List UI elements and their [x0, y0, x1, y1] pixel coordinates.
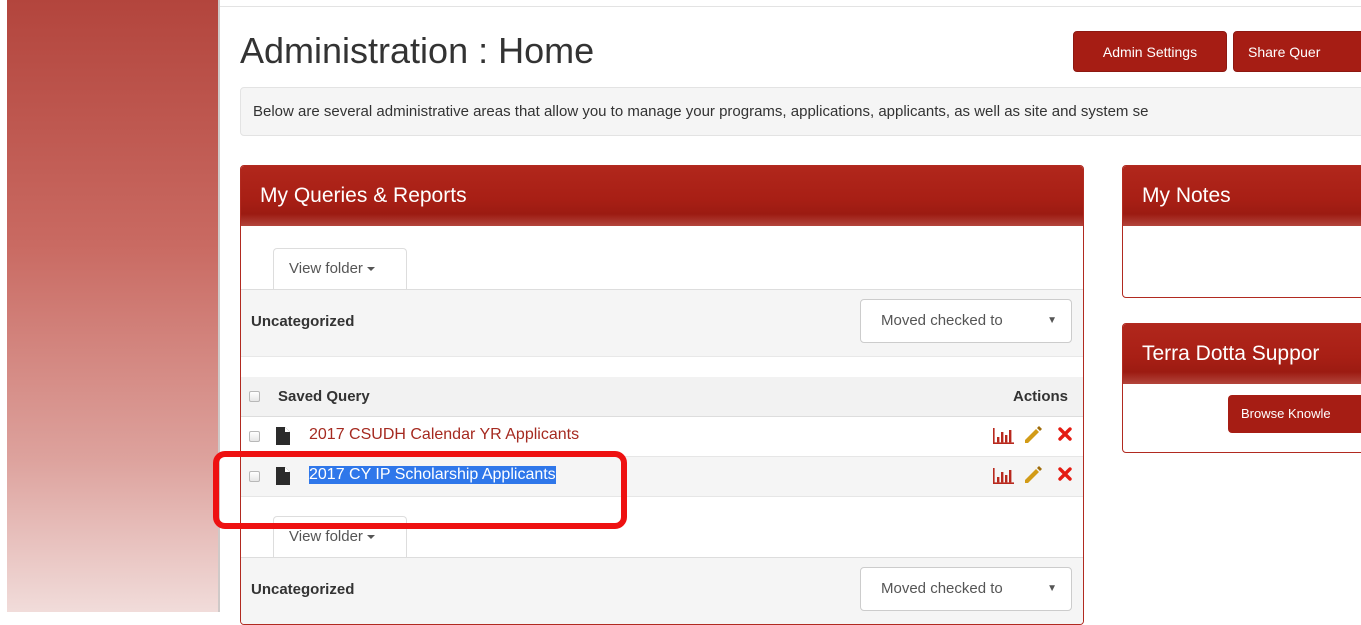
caret-down-icon [366, 535, 375, 540]
chart-icon[interactable] [992, 468, 1014, 484]
document-icon [276, 467, 290, 485]
notes-panel: My Notes [1122, 165, 1361, 298]
move-checked-select[interactable]: Moved checked to ▼ [860, 299, 1072, 343]
caret-down-icon [366, 267, 375, 272]
table-row: 2017 CSUDH Calendar YR Applicants [241, 417, 1083, 457]
select-all-checkbox[interactable] [249, 391, 260, 402]
query-link-selected[interactable]: 2017 CY IP Scholarship Applicants [309, 466, 556, 484]
page-title: Administration : Home [240, 30, 595, 71]
notes-body [1123, 227, 1361, 297]
sidebar-divider [218, 0, 220, 612]
support-panel-title: Terra Dotta Suppor [1123, 324, 1361, 384]
document-icon [276, 427, 290, 445]
row-checkbox[interactable] [249, 431, 260, 442]
actions-column-header: Actions [1012, 388, 1068, 405]
delete-icon[interactable] [1058, 467, 1072, 481]
move-checked-value: Moved checked to [881, 580, 1003, 597]
delete-icon[interactable] [1058, 427, 1072, 441]
folder-bar: Uncategorized Moved checked to ▼ [241, 289, 1083, 357]
view-folder-label: View folder [289, 260, 363, 277]
move-checked-value: Moved checked to [881, 312, 1003, 329]
folder-bar: Uncategorized Moved checked to ▼ [241, 557, 1083, 624]
notes-panel-title: My Notes [1123, 166, 1361, 226]
table-row: 2017 CY IP Scholarship Applicants [241, 457, 1083, 497]
select-arrow-icon: ▼ [1047, 315, 1057, 326]
move-checked-select[interactable]: Moved checked to ▼ [860, 567, 1072, 611]
share-queries-button[interactable]: Share Quer [1233, 31, 1361, 72]
folder-name: Uncategorized [251, 581, 355, 598]
view-folder-dropdown[interactable]: View folder [273, 248, 407, 289]
queries-panel-title: My Queries & Reports [241, 166, 1083, 226]
chart-icon[interactable] [992, 428, 1014, 444]
folder-name: Uncategorized [251, 313, 355, 330]
view-folder-label: View folder [289, 528, 363, 545]
pencil-icon[interactable] [1024, 466, 1042, 484]
queries-reports-panel: My Queries & Reports View folder Uncateg… [240, 165, 1084, 625]
query-link[interactable]: 2017 CSUDH Calendar YR Applicants [309, 426, 579, 444]
select-arrow-icon: ▼ [1047, 583, 1057, 594]
view-folder-dropdown[interactable]: View folder [273, 516, 407, 557]
intro-text: Below are several administrative areas t… [240, 87, 1361, 136]
support-panel: Terra Dotta Suppor Browse Knowle [1122, 323, 1361, 453]
top-divider [220, 6, 1361, 7]
row-checkbox[interactable] [249, 471, 260, 482]
browse-knowledge-base-button[interactable]: Browse Knowle [1228, 395, 1361, 433]
left-sidebar [7, 0, 218, 612]
table-header: Saved Query Actions [241, 377, 1083, 417]
saved-query-column-header: Saved Query [278, 388, 370, 405]
admin-settings-button[interactable]: Admin Settings [1073, 31, 1227, 72]
pencil-icon[interactable] [1024, 426, 1042, 444]
